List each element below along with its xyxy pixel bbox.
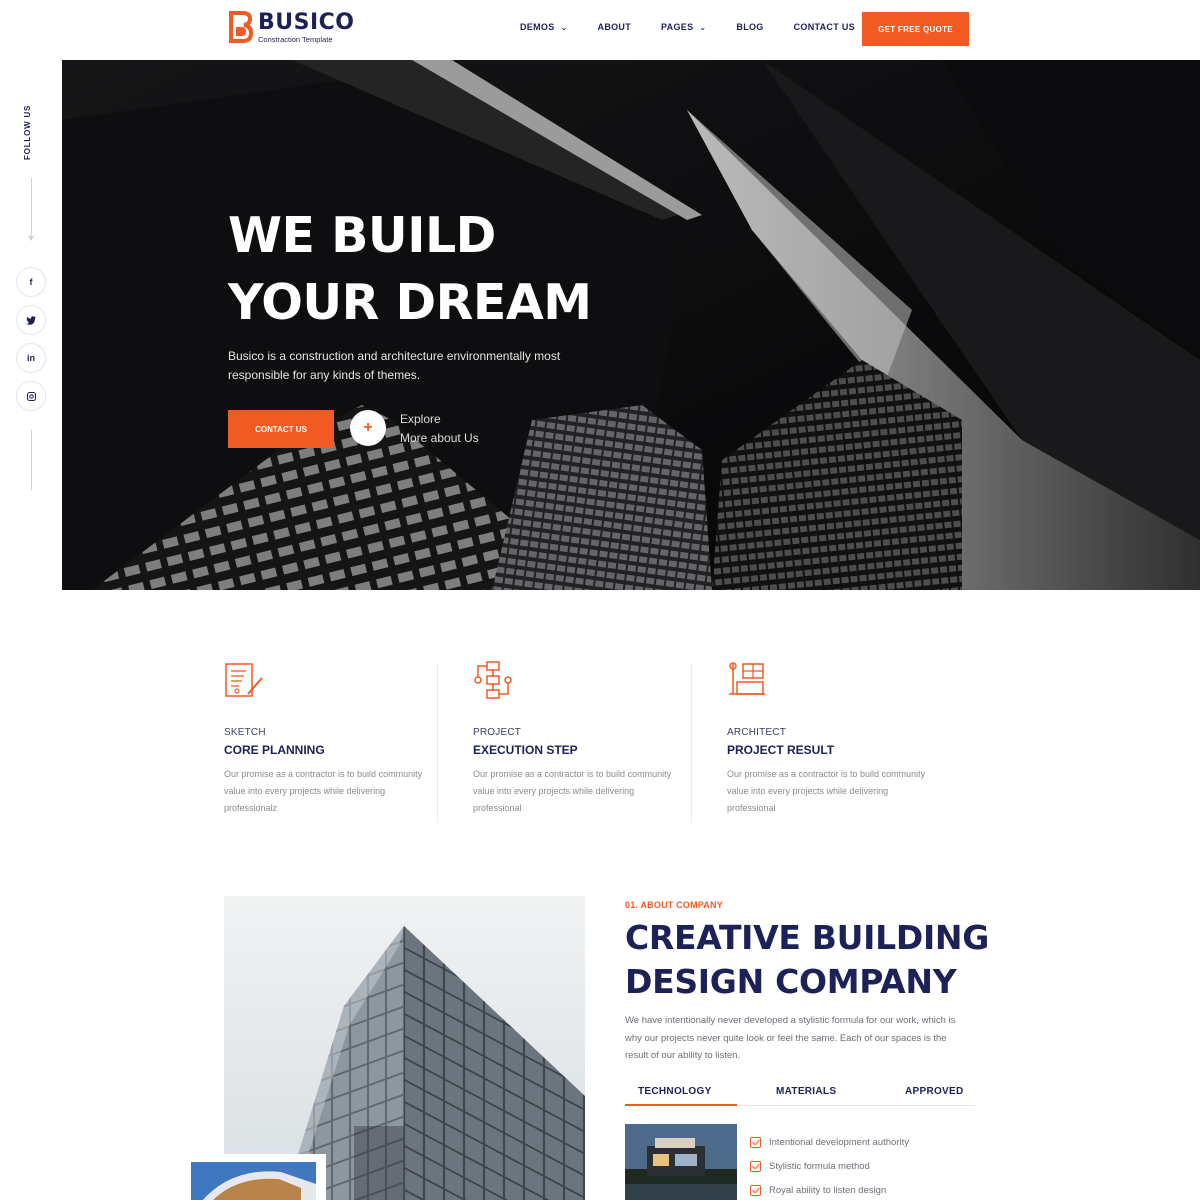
about-small-image xyxy=(191,1154,326,1200)
chevron-down-icon: ⌄ xyxy=(560,22,568,32)
feature-divider xyxy=(437,663,438,823)
about-title: CREATIVE BUILDING DESIGN COMPANY xyxy=(625,918,990,1001)
feature-subtitle: ARCHITECT xyxy=(727,727,787,738)
brand-logo[interactable]: BUSICO Constraction Template xyxy=(228,10,355,46)
flowchart-icon xyxy=(474,661,512,699)
feature-text: Our promise as a contractor is to build … xyxy=(224,769,423,813)
arrow-down-icon xyxy=(28,236,34,241)
get-free-quote-button[interactable]: GET FREE QUOTE xyxy=(862,12,969,46)
brand-tagline: Constraction Template xyxy=(258,35,333,44)
main-nav: DEMOS ⌄ ABOUT PAGES ⌄ BLOG CONTACT US xyxy=(520,22,885,32)
rail-divider xyxy=(31,178,32,236)
twitter-icon[interactable] xyxy=(16,305,46,335)
plus-icon[interactable]: + xyxy=(350,410,386,446)
follow-us-label: FOLLOW US xyxy=(23,104,32,160)
about-description: We have intentionally never developed a … xyxy=(625,1015,956,1061)
features-section: SKETCH CORE PLANNING Our promise as a co… xyxy=(224,660,984,823)
feature-text: Our promise as a contractor is to build … xyxy=(473,769,672,813)
chevron-down-icon: ⌄ xyxy=(699,22,707,32)
linkedin-icon[interactable]: in xyxy=(16,343,46,373)
hero-title: WE BUILD YOUR DREAM xyxy=(228,207,592,331)
site-header: BUSICO Constraction Template DEMOS ⌄ ABO… xyxy=(0,0,1200,60)
nav-item-demos[interactable]: DEMOS ⌄ xyxy=(520,22,568,32)
feature-title: EXECUTION STEP xyxy=(473,743,578,757)
feature-title: PROJECT RESULT xyxy=(727,743,835,757)
nav-item-about[interactable]: ABOUT xyxy=(598,22,632,32)
checkbox-icon xyxy=(750,1184,761,1196)
rail-divider xyxy=(31,430,32,490)
feature-subtitle: PROJECT xyxy=(473,727,522,738)
feature-divider xyxy=(691,663,692,823)
contact-us-button[interactable]: CONTACT US xyxy=(228,410,334,448)
tab-technology[interactable]: TECHNOLOGY xyxy=(638,1086,712,1097)
feature-card: SKETCH CORE PLANNING Our promise as a co… xyxy=(224,660,434,822)
list-item: Royal ability to listen design xyxy=(750,1178,909,1200)
follow-rail: FOLLOW US f in xyxy=(0,60,62,585)
nav-item-blog[interactable]: BLOG xyxy=(736,22,763,32)
about-eyebrow: 01. ABOUT COMPANY xyxy=(625,900,723,910)
feature-card: ARCHITECT PROJECT RESULT Our promise as … xyxy=(727,660,937,822)
instagram-icon[interactable] xyxy=(16,381,46,411)
architect-desk-icon xyxy=(729,662,765,695)
explore-link[interactable]: Explore More about Us xyxy=(400,410,479,448)
feature-card: PROJECT EXECUTION STEP Our promise as a … xyxy=(473,660,683,822)
about-tabs: TECHNOLOGY MATERIALS APPROVED xyxy=(625,1084,975,1106)
feature-subtitle: SKETCH xyxy=(224,727,266,738)
checkbox-icon xyxy=(750,1160,761,1172)
hero-description: Busico is a construction and architectur… xyxy=(228,349,561,382)
feature-checklist: Intentional development authority Stylis… xyxy=(750,1130,909,1200)
active-tab-indicator xyxy=(625,1104,737,1106)
checkbox-icon xyxy=(750,1136,761,1148)
hero-section: WE BUILD YOUR DREAM Busico is a construc… xyxy=(62,60,1200,590)
feature-title: CORE PLANNING xyxy=(224,743,325,757)
brand-name: BUSICO xyxy=(258,10,355,35)
tab-materials[interactable]: MATERIALS xyxy=(776,1086,836,1097)
sketch-document-icon xyxy=(225,663,263,697)
facebook-icon[interactable]: f xyxy=(16,267,46,297)
nav-item-pages[interactable]: PAGES ⌄ xyxy=(661,22,706,32)
nav-item-contact[interactable]: CONTACT US xyxy=(794,22,855,32)
logo-mark-icon xyxy=(229,11,254,43)
feature-text: Our promise as a contractor is to build … xyxy=(727,769,926,813)
list-item: Intentional development authority xyxy=(750,1130,909,1154)
list-item: Stylistic formula method xyxy=(750,1154,909,1178)
technology-thumbnail xyxy=(625,1124,737,1200)
tab-approved[interactable]: APPROVED xyxy=(905,1086,964,1097)
